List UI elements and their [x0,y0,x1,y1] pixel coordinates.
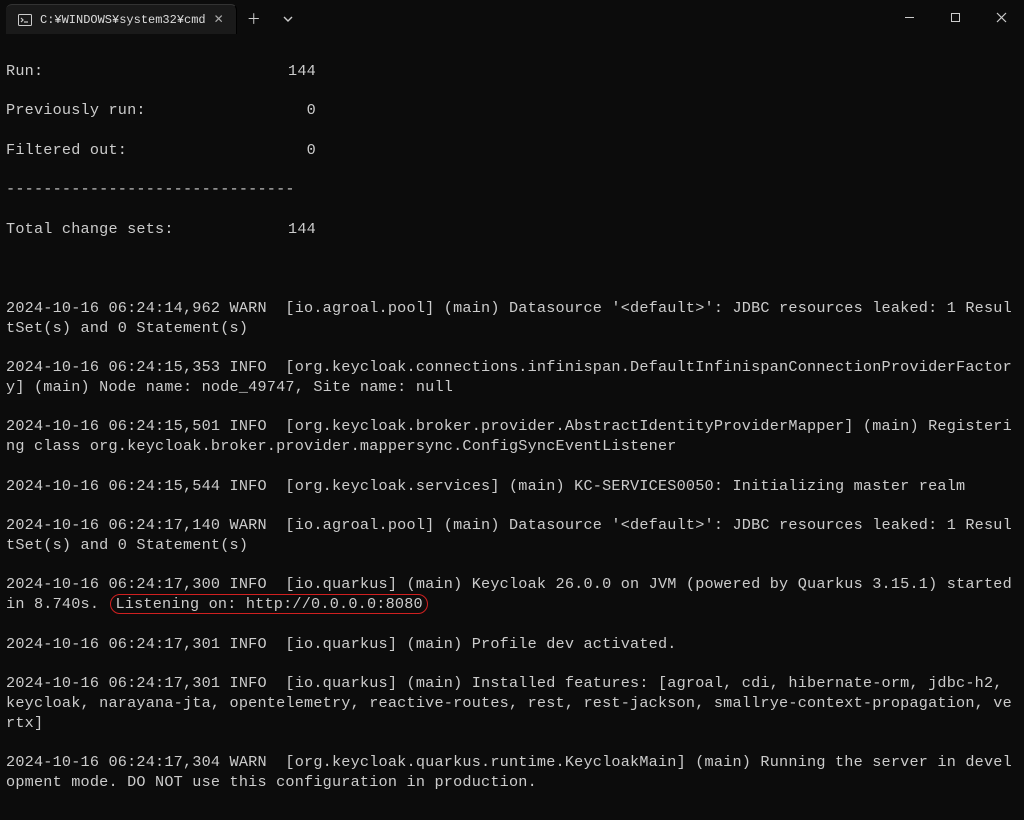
log-line: 2024-10-16 06:24:15,501 INFO [org.keyclo… [6,417,1018,457]
close-tab-icon[interactable]: ✕ [214,12,224,27]
stat-total-label: Total change sets: [6,220,174,240]
log-line: 2024-10-16 06:24:15,353 INFO [org.keyclo… [6,358,1018,398]
terminal-output[interactable]: Run:144 Previously run:0 Filtered out:0 … [0,34,1024,820]
stat-filtered-value: 0 [307,141,316,161]
stat-prev-label: Previously run: [6,101,146,121]
close-window-button[interactable] [978,0,1024,34]
log-line: 2024-10-16 06:24:17,304 WARN [org.keyclo… [6,753,1018,793]
stat-run-value: 144 [288,62,316,82]
stat-filtered-label: Filtered out: [6,141,127,161]
log-line: 2024-10-16 06:24:15,544 INFO [org.keyclo… [6,477,1018,497]
listening-highlight: Listening on: http://0.0.0.0:8080 [110,594,427,614]
stat-filtered: Filtered out: 0 [6,141,316,161]
maximize-button[interactable] [932,0,978,34]
log-line: 2024-10-16 06:24:17,301 INFO [io.quarkus… [6,674,1018,733]
log-line-highlighted: 2024-10-16 06:24:17,300 INFO [io.quarkus… [6,575,1018,615]
tab-label: C:¥WINDOWS¥system32¥cmd [40,13,206,27]
tab-cmd[interactable]: C:¥WINDOWS¥system32¥cmd ✕ [6,4,237,34]
stat-prev: Previously run: 0 [6,101,316,121]
tabs-area: C:¥WINDOWS¥system32¥cmd ✕ ＋ [0,0,305,34]
stat-total: Total change sets: 144 [6,220,316,240]
log-line: 2024-10-16 06:24:17,301 INFO [io.quarkus… [6,635,1018,655]
stat-run: Run: 144 [6,62,316,82]
log-line: 2024-10-16 06:24:14,962 WARN [io.agroal.… [6,299,1018,339]
titlebar: C:¥WINDOWS¥system32¥cmd ✕ ＋ [0,0,1024,34]
window-controls [886,0,1024,34]
minimize-button[interactable] [886,0,932,34]
stat-separator: ------------------------------- [6,180,1018,200]
log-line: 2024-10-16 06:24:17,140 WARN [io.agroal.… [6,516,1018,556]
new-tab-button[interactable]: ＋ [237,4,271,34]
stat-total-value: 144 [288,220,316,240]
tab-dropdown-button[interactable] [271,4,305,34]
stat-run-label: Run: [6,62,43,82]
stat-prev-value: 0 [307,101,316,121]
terminal-icon [18,13,32,27]
